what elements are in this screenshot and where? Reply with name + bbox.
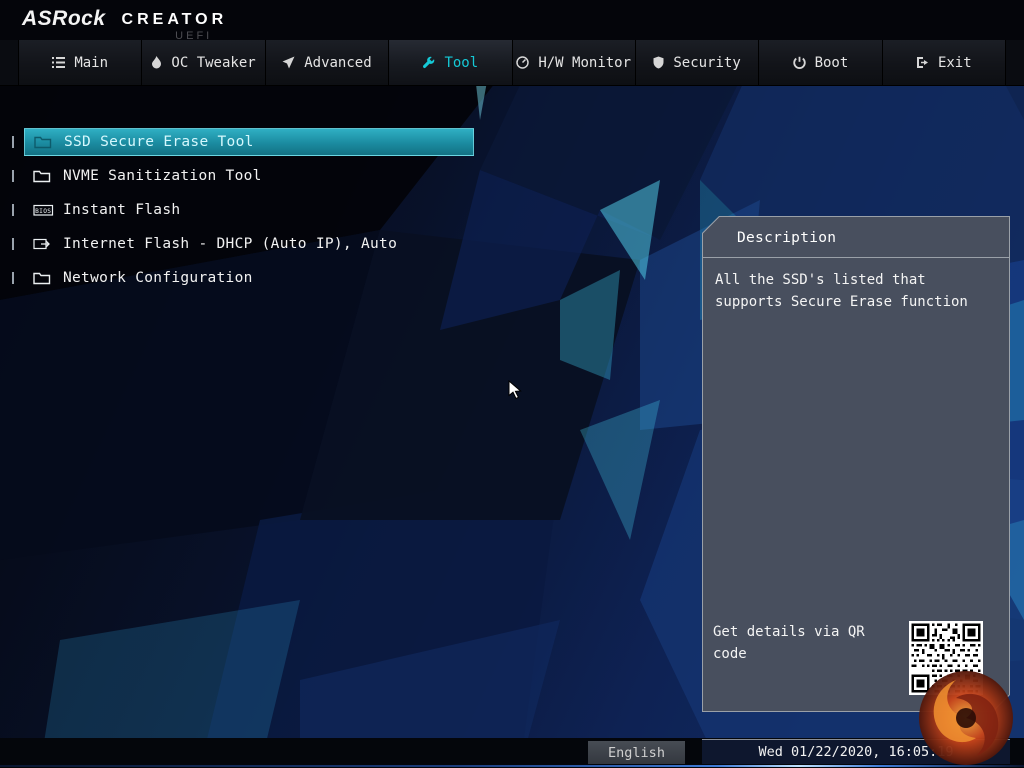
folder-icon xyxy=(34,136,58,149)
menu-item-nvme-sanitization-tool[interactable]: NVME Sanitization Tool xyxy=(24,162,474,190)
menu-item-internet-flash[interactable]: Internet Flash - DHCP (Auto IP), Auto xyxy=(24,230,474,258)
dart-icon xyxy=(282,56,295,69)
menu-row: BIOS Instant Flash xyxy=(0,196,500,224)
menu-row: SSD Secure Erase Tool xyxy=(0,128,500,156)
shield-icon xyxy=(653,56,664,69)
bios-screen: ASRock CREATOR UEFI Main OC Tweaker Adva… xyxy=(0,0,1024,768)
monitor-arrow-icon xyxy=(33,238,57,251)
description-text: All the SSD's listed that supports Secur… xyxy=(703,258,1009,324)
gauge-icon xyxy=(516,56,529,69)
exit-icon xyxy=(916,56,929,69)
bios-chip-icon: BIOS xyxy=(33,204,57,217)
flame-icon xyxy=(151,56,162,69)
watermark-logo xyxy=(914,668,1018,768)
tab-label: Advanced xyxy=(304,55,371,71)
tool-menu: SSD Secure Erase Tool NVME Sanitization … xyxy=(0,128,500,298)
folder-icon xyxy=(33,170,57,183)
tab-hw-monitor[interactable]: H/W Monitor xyxy=(513,40,636,85)
menu-item-label: Instant Flash xyxy=(63,202,180,218)
menu-item-network-configuration[interactable]: Network Configuration xyxy=(24,264,474,292)
menu-item-label: NVME Sanitization Tool xyxy=(63,168,262,184)
menu-item-label: Network Configuration xyxy=(63,270,253,286)
asrock-logo: ASRock xyxy=(22,8,106,30)
description-title: Description xyxy=(703,217,1009,258)
menu-item-label: SSD Secure Erase Tool xyxy=(64,134,254,150)
footer-bar: English Wed 01/22/2020, 16:05:19 xyxy=(0,738,1024,768)
svg-text:BIOS: BIOS xyxy=(35,208,51,215)
description-panel: Description All the SSD's listed that su… xyxy=(702,216,1010,712)
item-tick xyxy=(12,272,14,284)
menu-item-instant-flash[interactable]: BIOS Instant Flash xyxy=(24,196,474,224)
menu-row: NVME Sanitization Tool xyxy=(0,162,500,190)
menu-row: Network Configuration xyxy=(0,264,500,292)
item-tick xyxy=(12,238,14,250)
item-tick xyxy=(12,136,14,148)
tab-advanced[interactable]: Advanced xyxy=(266,40,389,85)
list-icon xyxy=(52,57,65,68)
nav-tab-bar: Main OC Tweaker Advanced Tool H/W Monito… xyxy=(0,40,1024,86)
tab-label: Security xyxy=(673,55,740,71)
tab-boot[interactable]: Boot xyxy=(759,40,882,85)
description-panel-body: Description All the SSD's listed that su… xyxy=(703,217,1009,711)
tab-label: Exit xyxy=(938,55,972,71)
series-name: CREATOR xyxy=(122,8,228,32)
tab-label: Tool xyxy=(444,55,478,71)
tab-label: H/W Monitor xyxy=(538,55,631,71)
tab-main[interactable]: Main xyxy=(18,40,142,85)
item-tick xyxy=(12,170,14,182)
tab-exit[interactable]: Exit xyxy=(883,40,1006,85)
language-button[interactable]: English xyxy=(588,741,685,764)
tab-label: OC Tweaker xyxy=(171,55,255,71)
qr-caption: Get details via QR code xyxy=(713,621,881,665)
tab-oc-tweaker[interactable]: OC Tweaker xyxy=(142,40,265,85)
mouse-cursor xyxy=(508,380,526,400)
bottom-glow-line xyxy=(0,765,1024,767)
tab-security[interactable]: Security xyxy=(636,40,759,85)
item-tick xyxy=(12,204,14,216)
menu-item-ssd-secure-erase-tool[interactable]: SSD Secure Erase Tool xyxy=(24,128,474,156)
menu-row: Internet Flash - DHCP (Auto IP), Auto xyxy=(0,230,500,258)
wrench-icon xyxy=(422,56,435,69)
folder-icon xyxy=(33,272,57,285)
menu-item-label: Internet Flash - DHCP (Auto IP), Auto xyxy=(63,236,397,252)
tab-label: Main xyxy=(74,55,108,71)
power-icon xyxy=(793,56,806,69)
tab-label: Boot xyxy=(815,55,849,71)
tab-tool[interactable]: Tool xyxy=(389,40,512,85)
